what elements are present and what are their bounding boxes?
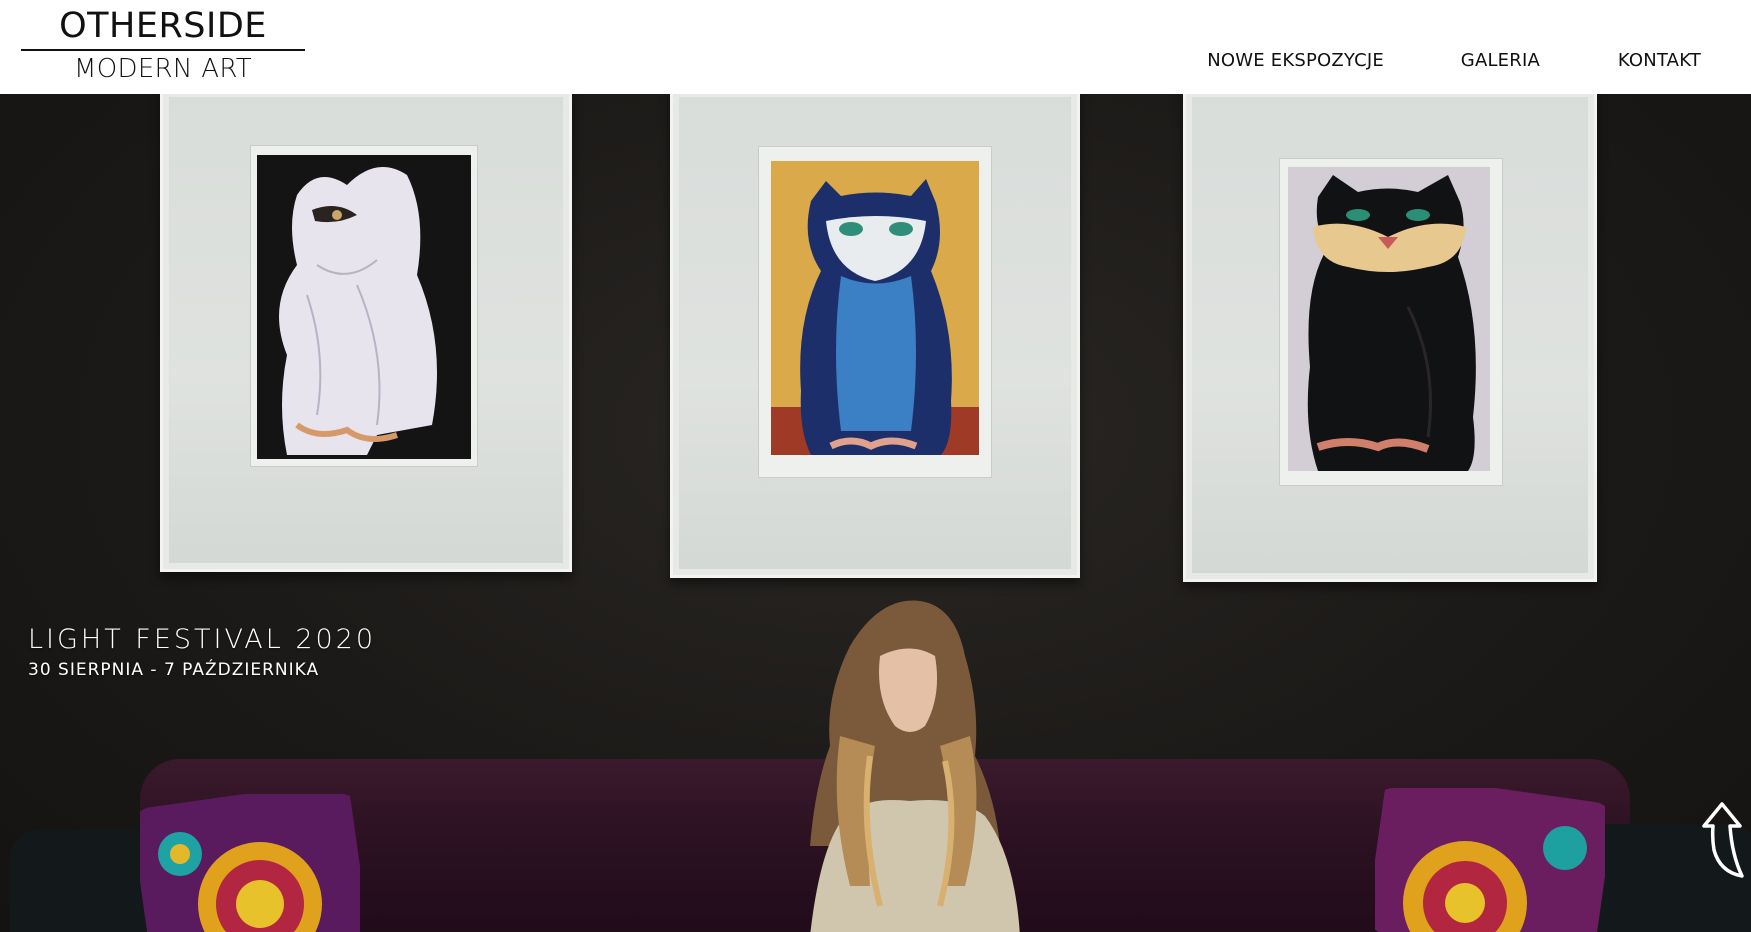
nav-item-gallery[interactable]: GALERIA bbox=[1461, 50, 1540, 71]
artwork-frame-white-cat bbox=[160, 94, 572, 572]
nav-item-contact[interactable]: KONTAKT bbox=[1618, 50, 1701, 71]
arrow-up-icon[interactable] bbox=[1700, 800, 1744, 882]
blue-cat-painting bbox=[771, 161, 979, 455]
hero-banner: LIGHT FESTIVAL 2020 30 SIERPNIA - 7 PAŹD… bbox=[0, 94, 1751, 932]
site-header: OTHERSIDE MODERN ART NOWE EKSPOZYCJE GAL… bbox=[0, 0, 1751, 94]
nav-item-new-exhibitions[interactable]: NOWE EKSPOZYCJE bbox=[1207, 50, 1384, 71]
event-title: LIGHT FESTIVAL 2020 bbox=[28, 624, 377, 655]
artwork-frame-blue-cat bbox=[670, 94, 1080, 578]
decorative-pillow-left bbox=[140, 794, 360, 932]
event-dates: 30 SIERPNIA - 7 PAŹDZIERNIKA bbox=[28, 660, 320, 680]
page: OTHERSIDE MODERN ART NOWE EKSPOZYCJE GAL… bbox=[0, 0, 1751, 932]
white-cat-painting bbox=[257, 155, 471, 459]
decorative-pillow-right bbox=[1375, 788, 1605, 932]
artwork-frame-black-cat bbox=[1183, 94, 1597, 582]
site-logo[interactable]: OTHERSIDE MODERN ART bbox=[21, 4, 305, 87]
woman-figure bbox=[810, 600, 1020, 932]
logo-subtitle: MODERN ART bbox=[74, 54, 252, 84]
logo-title: OTHERSIDE bbox=[21, 4, 305, 51]
black-cat-painting bbox=[1288, 167, 1490, 471]
